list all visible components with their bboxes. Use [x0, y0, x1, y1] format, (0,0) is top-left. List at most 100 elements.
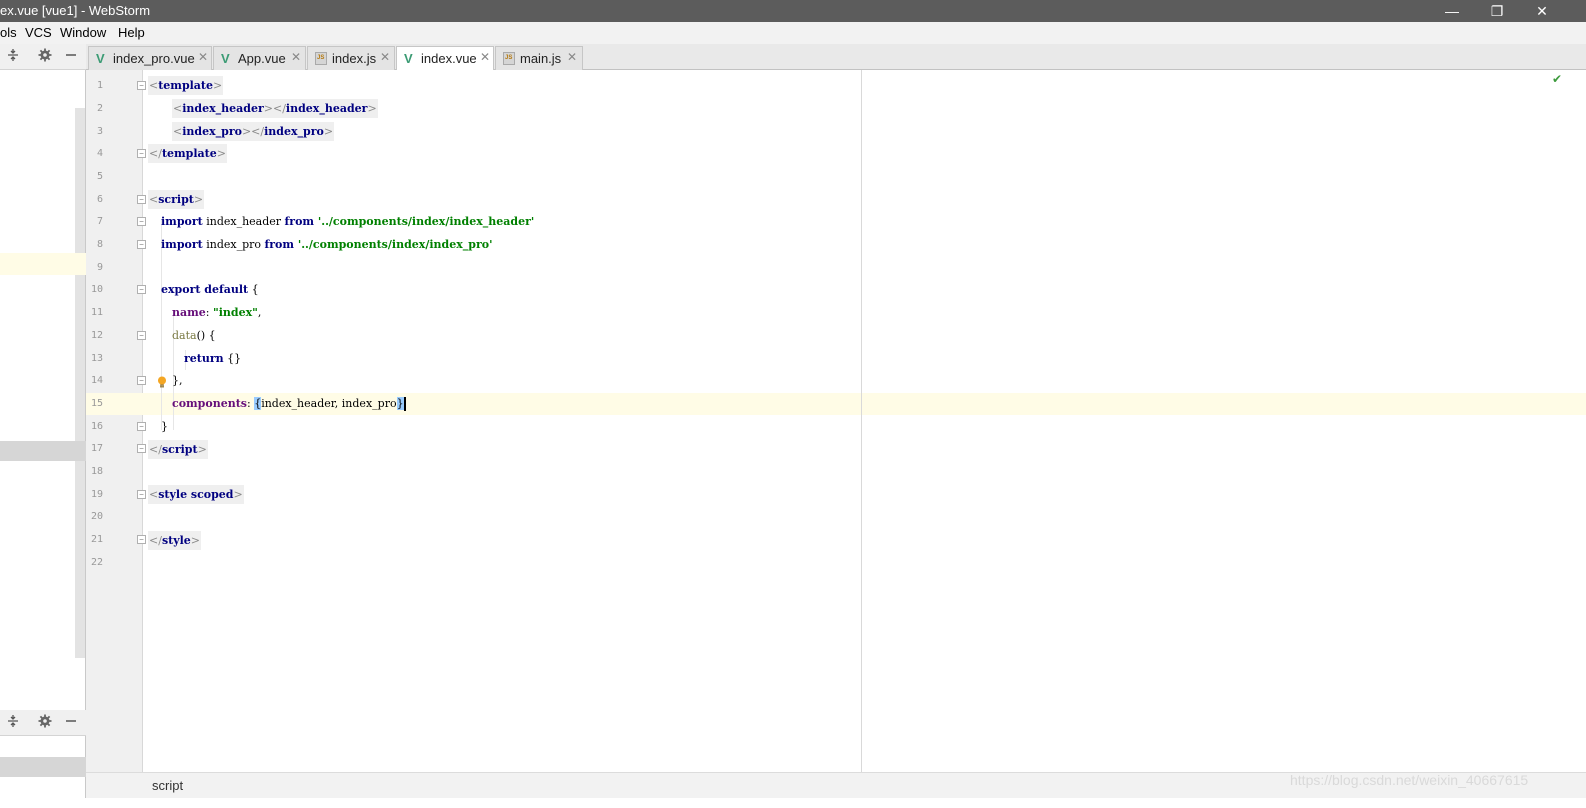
js-file-icon: JS	[503, 52, 515, 65]
code-line-14: },	[172, 374, 183, 387]
fold-marker[interactable]: −	[137, 240, 146, 249]
hide-panel-icon[interactable]	[62, 48, 80, 66]
text-cursor	[403, 397, 406, 411]
code-line-10: export default {	[161, 283, 259, 296]
code-line-19: <style scoped>	[148, 485, 244, 504]
right-margin-guide	[861, 70, 862, 772]
code-line-21: </style>	[148, 531, 201, 550]
line-number: 21	[90, 534, 103, 545]
line-number: 1	[96, 80, 103, 91]
line-number: 16	[90, 421, 103, 432]
js-file-icon: JS	[315, 52, 327, 65]
close-tab-icon[interactable]: ✕	[480, 50, 490, 64]
menu-vcs[interactable]: VCS	[25, 25, 52, 40]
code-line-6: <script>	[148, 190, 205, 209]
line-number: 12	[90, 330, 103, 341]
line-number: 9	[96, 262, 103, 273]
line-number: 11	[90, 307, 103, 318]
line-number: 8	[96, 239, 103, 250]
fold-marker[interactable]: −	[137, 285, 146, 294]
fold-marker[interactable]: −	[137, 422, 146, 431]
line-number: 17	[90, 443, 103, 454]
tab-label: index.vue	[421, 51, 477, 66]
menu-bar: ols VCS Window Help	[0, 22, 1586, 44]
breadcrumb-item-script[interactable]: script	[152, 778, 183, 793]
line-number: 3	[96, 126, 103, 137]
code-editor[interactable]: 1 2 3 4 5 6 7 8 9 10 11 12 13 14 15 16 1…	[86, 70, 1586, 772]
fold-marker[interactable]: −	[137, 331, 146, 340]
close-tab-icon[interactable]: ✕	[380, 50, 390, 64]
tab-label: index_pro.vue	[113, 51, 195, 66]
check-icon[interactable]: ✔	[1552, 72, 1562, 86]
code-line-17: </script>	[148, 440, 208, 459]
title-bar: ex.vue [vue1] - WebStorm — ❐ ✕	[0, 0, 1586, 22]
project-tree-row-highlighted[interactable]	[0, 253, 86, 275]
close-window-button[interactable]: ✕	[1520, 0, 1564, 22]
tab-app-vue[interactable]: V App.vue ✕	[213, 46, 306, 70]
tab-label: index.js	[332, 51, 377, 66]
structure-row-selected[interactable]	[0, 757, 86, 777]
maximize-button[interactable]: ❐	[1475, 0, 1519, 22]
line-number: 14	[90, 375, 103, 386]
line-number: 4	[96, 148, 103, 159]
close-tab-icon[interactable]: ✕	[198, 50, 208, 64]
collapse-all-icon[interactable]	[4, 714, 22, 732]
line-number: 2	[96, 103, 103, 114]
tab-label: main.js	[520, 51, 562, 66]
lightbulb-icon[interactable]	[157, 375, 167, 388]
fold-marker[interactable]: −	[137, 490, 146, 499]
code-line-4: </template>	[148, 144, 227, 163]
matched-brace-close: }	[396, 397, 404, 410]
tab-label: App.vue	[238, 51, 286, 66]
code-line-1: <template>	[148, 76, 224, 95]
fold-marker[interactable]: −	[137, 149, 146, 158]
line-number: 18	[90, 466, 103, 477]
code-line-7: import index_header from '../components/…	[161, 215, 535, 228]
fold-marker[interactable]: −	[137, 217, 146, 226]
menu-window[interactable]: Window	[60, 25, 106, 40]
code-line-16: }	[161, 420, 168, 433]
collapse-all-icon[interactable]	[4, 48, 22, 66]
tab-index-vue[interactable]: V index.vue ✕	[396, 46, 494, 71]
vue-file-icon: V	[96, 51, 105, 66]
gear-icon[interactable]	[36, 48, 54, 66]
line-number: 7	[96, 216, 103, 227]
project-tree-row-selected[interactable]	[0, 441, 86, 461]
line-number: 5	[96, 171, 103, 182]
code-line-13: return {}	[184, 352, 242, 365]
close-tab-icon[interactable]: ✕	[291, 50, 301, 64]
editor-tab-bar: V index_pro.vue ✕ V App.vue ✕ JS index.j…	[86, 44, 1586, 71]
fold-marker[interactable]: −	[137, 195, 146, 204]
menu-help[interactable]: Help	[118, 25, 145, 40]
fold-marker[interactable]: −	[137, 81, 146, 90]
tab-index-js[interactable]: JS index.js ✕	[307, 46, 395, 70]
tab-index-pro-vue[interactable]: V index_pro.vue ✕	[88, 46, 212, 70]
vue-file-icon: V	[221, 51, 230, 66]
structure-toolbar	[0, 710, 86, 736]
hide-panel-icon[interactable]	[62, 714, 80, 732]
minimize-button[interactable]: —	[1430, 0, 1474, 22]
bottom-edge	[0, 798, 1586, 808]
project-toolbar	[0, 44, 86, 70]
window-title: ex.vue [vue1] - WebStorm	[0, 3, 151, 18]
gear-icon[interactable]	[36, 714, 54, 732]
line-number: 20	[90, 511, 103, 522]
project-tool-window	[0, 44, 86, 798]
fold-marker[interactable]: −	[137, 376, 146, 385]
vue-file-icon: V	[404, 51, 413, 66]
tab-main-js[interactable]: JS main.js ✕	[495, 46, 583, 70]
line-number: 19	[90, 489, 103, 500]
watermark: https://blog.csdn.net/weixin_40667615	[1290, 772, 1529, 788]
menu-tools[interactable]: ols	[0, 25, 17, 40]
project-scrollbar[interactable]	[75, 108, 85, 658]
close-tab-icon[interactable]: ✕	[567, 50, 577, 64]
fold-marker[interactable]: −	[137, 444, 146, 453]
code-line-3: <index_pro></index_pro>	[172, 122, 335, 141]
line-number: 22	[90, 557, 103, 568]
line-number: 6	[96, 194, 103, 205]
fold-marker[interactable]: −	[137, 535, 146, 544]
code-line-12: data() {	[172, 329, 216, 342]
code-line-15: components: {index_header, index_pro}	[172, 397, 406, 411]
line-number: 13	[90, 353, 103, 364]
code-line-8: import index_pro from '../components/ind…	[161, 238, 493, 251]
